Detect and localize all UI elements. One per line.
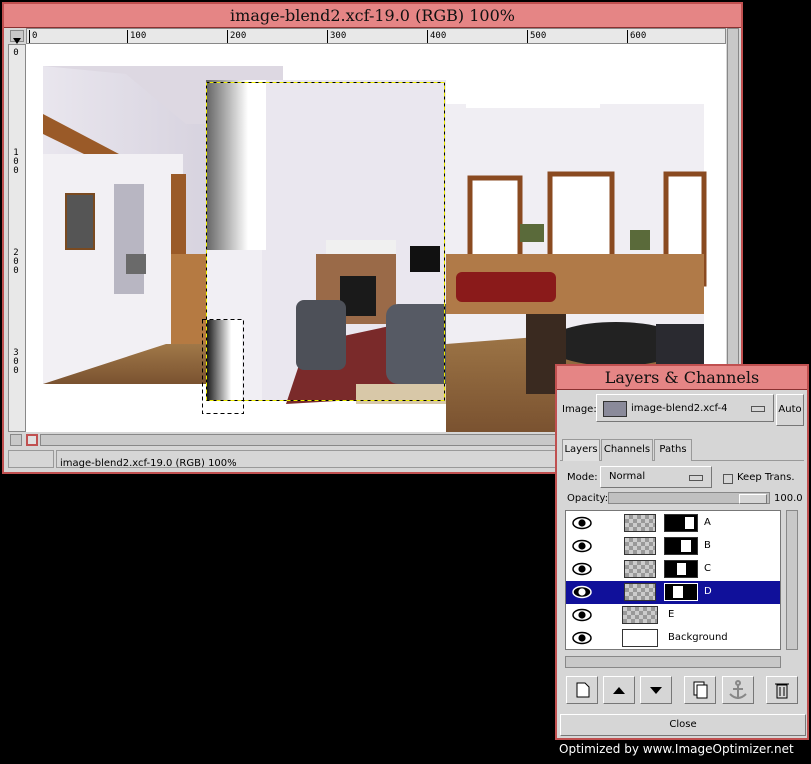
dropdown-icon <box>751 406 765 412</box>
quickmask-on-icon[interactable] <box>26 434 38 446</box>
layer-name: Background <box>668 632 728 643</box>
ruler-tick: 2 0 0 <box>13 248 19 276</box>
layer-thumbnail <box>624 583 656 601</box>
eye-icon[interactable] <box>572 631 592 645</box>
ruler-tick: 600 <box>627 30 646 43</box>
ruler-tick: 0 <box>29 30 37 43</box>
layer-list: A B C D E Background <box>565 510 781 650</box>
new-layer-icon <box>576 682 590 698</box>
duplicate-layer-button[interactable] <box>684 676 716 704</box>
watermark-text: Optimized by www.ImageOptimizer.net <box>559 742 794 756</box>
layer-row-b[interactable]: B <box>566 535 780 558</box>
menu-arrow-button[interactable] <box>10 30 24 44</box>
new-layer-button[interactable] <box>566 676 598 704</box>
lower-layer-icon <box>650 687 662 694</box>
opacity-slider-handle[interactable] <box>739 494 767 504</box>
eye-icon[interactable] <box>572 539 592 553</box>
layer-thumbnail <box>622 629 658 647</box>
layer-thumbnail <box>624 514 656 532</box>
tab-paths[interactable]: Paths <box>654 439 692 461</box>
delete-layer-button[interactable] <box>766 676 798 704</box>
layer-list-vscrollbar[interactable] <box>786 510 798 650</box>
image-select[interactable]: image-blend2.xcf-4 <box>596 394 774 422</box>
ruler-tick: 1 0 0 <box>13 148 19 176</box>
eye-icon[interactable] <box>572 516 592 530</box>
anchor-layer-icon <box>729 680 747 699</box>
duplicate-layer-icon <box>693 681 708 699</box>
dropdown-icon <box>689 475 703 481</box>
layer-name: E <box>668 609 675 620</box>
layer-row-d[interactable]: D <box>566 581 780 604</box>
ruler-tick: 200 <box>227 30 246 43</box>
layer-row-background[interactable]: Background <box>566 627 780 649</box>
eye-icon[interactable] <box>572 562 592 576</box>
coordinates-box <box>8 450 54 468</box>
layer-name: B <box>704 540 711 551</box>
ruler-tick: 500 <box>527 30 546 43</box>
image-window-title: image-blend2.xcf-19.0 (RGB) 100% <box>4 4 741 28</box>
ruler-tick: 100 <box>127 30 146 43</box>
eye-icon[interactable] <box>572 585 592 599</box>
layer-mask-thumbnail[interactable] <box>664 514 698 532</box>
tab-layers[interactable]: Layers <box>562 439 600 461</box>
delete-layer-icon <box>775 683 789 699</box>
layer-thumbnail <box>624 537 656 555</box>
close-button[interactable]: Close <box>560 714 806 736</box>
layers-dialog-title: Layers & Channels <box>557 366 807 390</box>
layer-mask-thumbnail[interactable] <box>664 560 698 578</box>
opacity-slider[interactable] <box>608 492 770 504</box>
image-thumbnail <box>603 401 627 417</box>
image-select-value: image-blend2.xcf-4 <box>631 403 728 414</box>
raise-layer-button[interactable] <box>603 676 635 704</box>
ruler-tick: 0 <box>13 48 19 58</box>
layer-name: A <box>704 517 711 528</box>
layer-row-c[interactable]: C <box>566 558 780 581</box>
layer-mask-thumbnail[interactable] <box>664 537 698 555</box>
raise-layer-icon <box>613 687 625 694</box>
auto-button[interactable]: Auto <box>776 394 804 426</box>
opacity-label: Opacity: <box>567 493 609 504</box>
horizontal-ruler: 0 100 200 300 400 500 600 <box>26 28 726 44</box>
layer-row-e[interactable]: E <box>566 604 780 627</box>
vertical-ruler: 0 1 0 0 2 0 0 3 0 0 <box>8 44 26 432</box>
lower-layer-button[interactable] <box>640 676 672 704</box>
eye-icon[interactable] <box>572 608 592 622</box>
ruler-tick: 3 0 0 <box>13 348 19 376</box>
layer-thumbnail <box>624 560 656 578</box>
tab-channels[interactable]: Channels <box>601 439 653 461</box>
opacity-value: 100.0 <box>774 493 803 504</box>
mode-select-value: Normal <box>609 471 646 482</box>
layer-name: D <box>704 586 712 597</box>
layer-name: C <box>704 563 711 574</box>
mode-select[interactable]: Normal <box>600 466 712 488</box>
keep-trans-checkbox[interactable] <box>723 474 733 484</box>
anchor-layer-button[interactable] <box>722 676 754 704</box>
ruler-tick: 400 <box>427 30 446 43</box>
ruler-tick: 300 <box>327 30 346 43</box>
mode-label: Mode: <box>567 472 598 483</box>
layer-row-a[interactable]: A <box>566 512 780 535</box>
layer-thumbnail <box>622 606 658 624</box>
layer-list-hscrollbar[interactable] <box>565 656 781 668</box>
quickmask-off-icon[interactable] <box>10 434 22 446</box>
keep-trans-label: Keep Trans. <box>737 472 795 483</box>
layer-mask-thumbnail[interactable] <box>664 583 698 601</box>
image-label: Image: <box>562 404 597 415</box>
status-text: image-blend2.xcf-19.0 (RGB) 100% <box>60 458 237 469</box>
